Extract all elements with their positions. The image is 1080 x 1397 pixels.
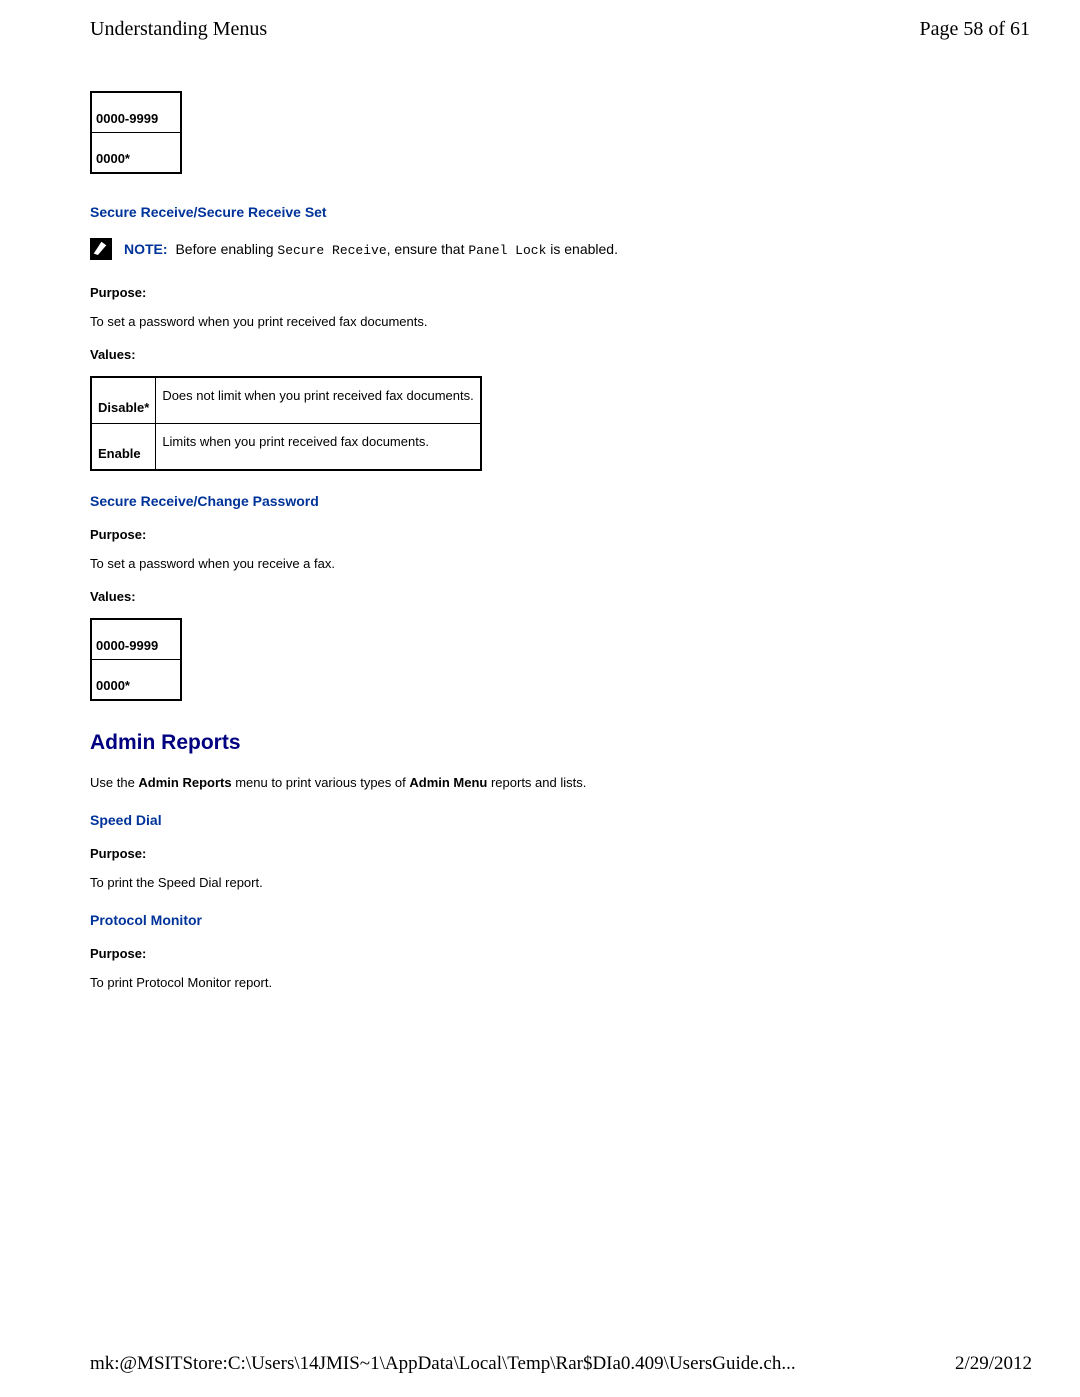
code-text: Secure Receive: [277, 243, 386, 258]
purpose-label: Purpose:: [90, 846, 1030, 861]
note-text: NOTE: Before enabling Secure Receive, en…: [124, 241, 618, 258]
page-root: Understanding Menus Page 58 of 61 0000-9…: [0, 0, 1080, 1397]
purpose-text: To set a password when you receive a fax…: [90, 556, 1030, 571]
footer-path: mk:@MSITStore:C:\Users\14JMIS~1\AppData\…: [90, 1353, 796, 1375]
section-heading-speed-dial: Speed Dial: [90, 812, 1030, 828]
pencil-icon: [90, 238, 112, 260]
desc-cell: Limits when you print received fax docum…: [156, 424, 481, 471]
value-range-table-2: 0000-9999 0000*: [90, 618, 182, 701]
code-text: Panel Lock: [468, 243, 546, 258]
range-cell: 0000*: [91, 133, 181, 174]
note-label: NOTE:: [124, 241, 168, 257]
option-cell: Enable: [91, 424, 156, 471]
purpose-label: Purpose:: [90, 527, 1030, 542]
purpose-text: To set a password when you print receive…: [90, 314, 1030, 329]
purpose-text: To print the Speed Dial report.: [90, 875, 1030, 890]
table-row: Disable* Does not limit when you print r…: [91, 377, 481, 424]
admin-reports-intro: Use the Admin Reports menu to print vari…: [90, 775, 1030, 790]
values-label: Values:: [90, 589, 1030, 604]
range-cell: 0000-9999: [91, 619, 181, 660]
option-cell: Disable*: [91, 377, 156, 424]
range-cell: 0000-9999: [91, 92, 181, 133]
footer-date: 2/29/2012: [955, 1353, 1032, 1375]
page-number: Page 58 of 61: [919, 18, 1030, 41]
values-label: Values:: [90, 347, 1030, 362]
doc-title: Understanding Menus: [90, 18, 267, 41]
page-header: Understanding Menus Page 58 of 61: [90, 18, 1030, 41]
table-row: Enable Limits when you print received fa…: [91, 424, 481, 471]
purpose-text: To print Protocol Monitor report.: [90, 975, 1030, 990]
range-cell: 0000*: [91, 660, 181, 701]
page-footer: mk:@MSITStore:C:\Users\14JMIS~1\AppData\…: [0, 1353, 1080, 1375]
desc-cell: Does not limit when you print received f…: [156, 377, 481, 424]
section-heading-change-password: Secure Receive/Change Password: [90, 493, 1030, 509]
section-heading-admin-reports: Admin Reports: [90, 731, 1030, 755]
note-callout: NOTE: Before enabling Secure Receive, en…: [90, 238, 1030, 260]
section-heading-protocol-monitor: Protocol Monitor: [90, 912, 1030, 928]
purpose-label: Purpose:: [90, 285, 1030, 300]
value-range-table-1: 0000-9999 0000*: [90, 91, 182, 174]
values-table-secure-receive: Disable* Does not limit when you print r…: [90, 376, 482, 471]
section-heading-secure-receive-set: Secure Receive/Secure Receive Set: [90, 204, 1030, 220]
purpose-label: Purpose:: [90, 946, 1030, 961]
